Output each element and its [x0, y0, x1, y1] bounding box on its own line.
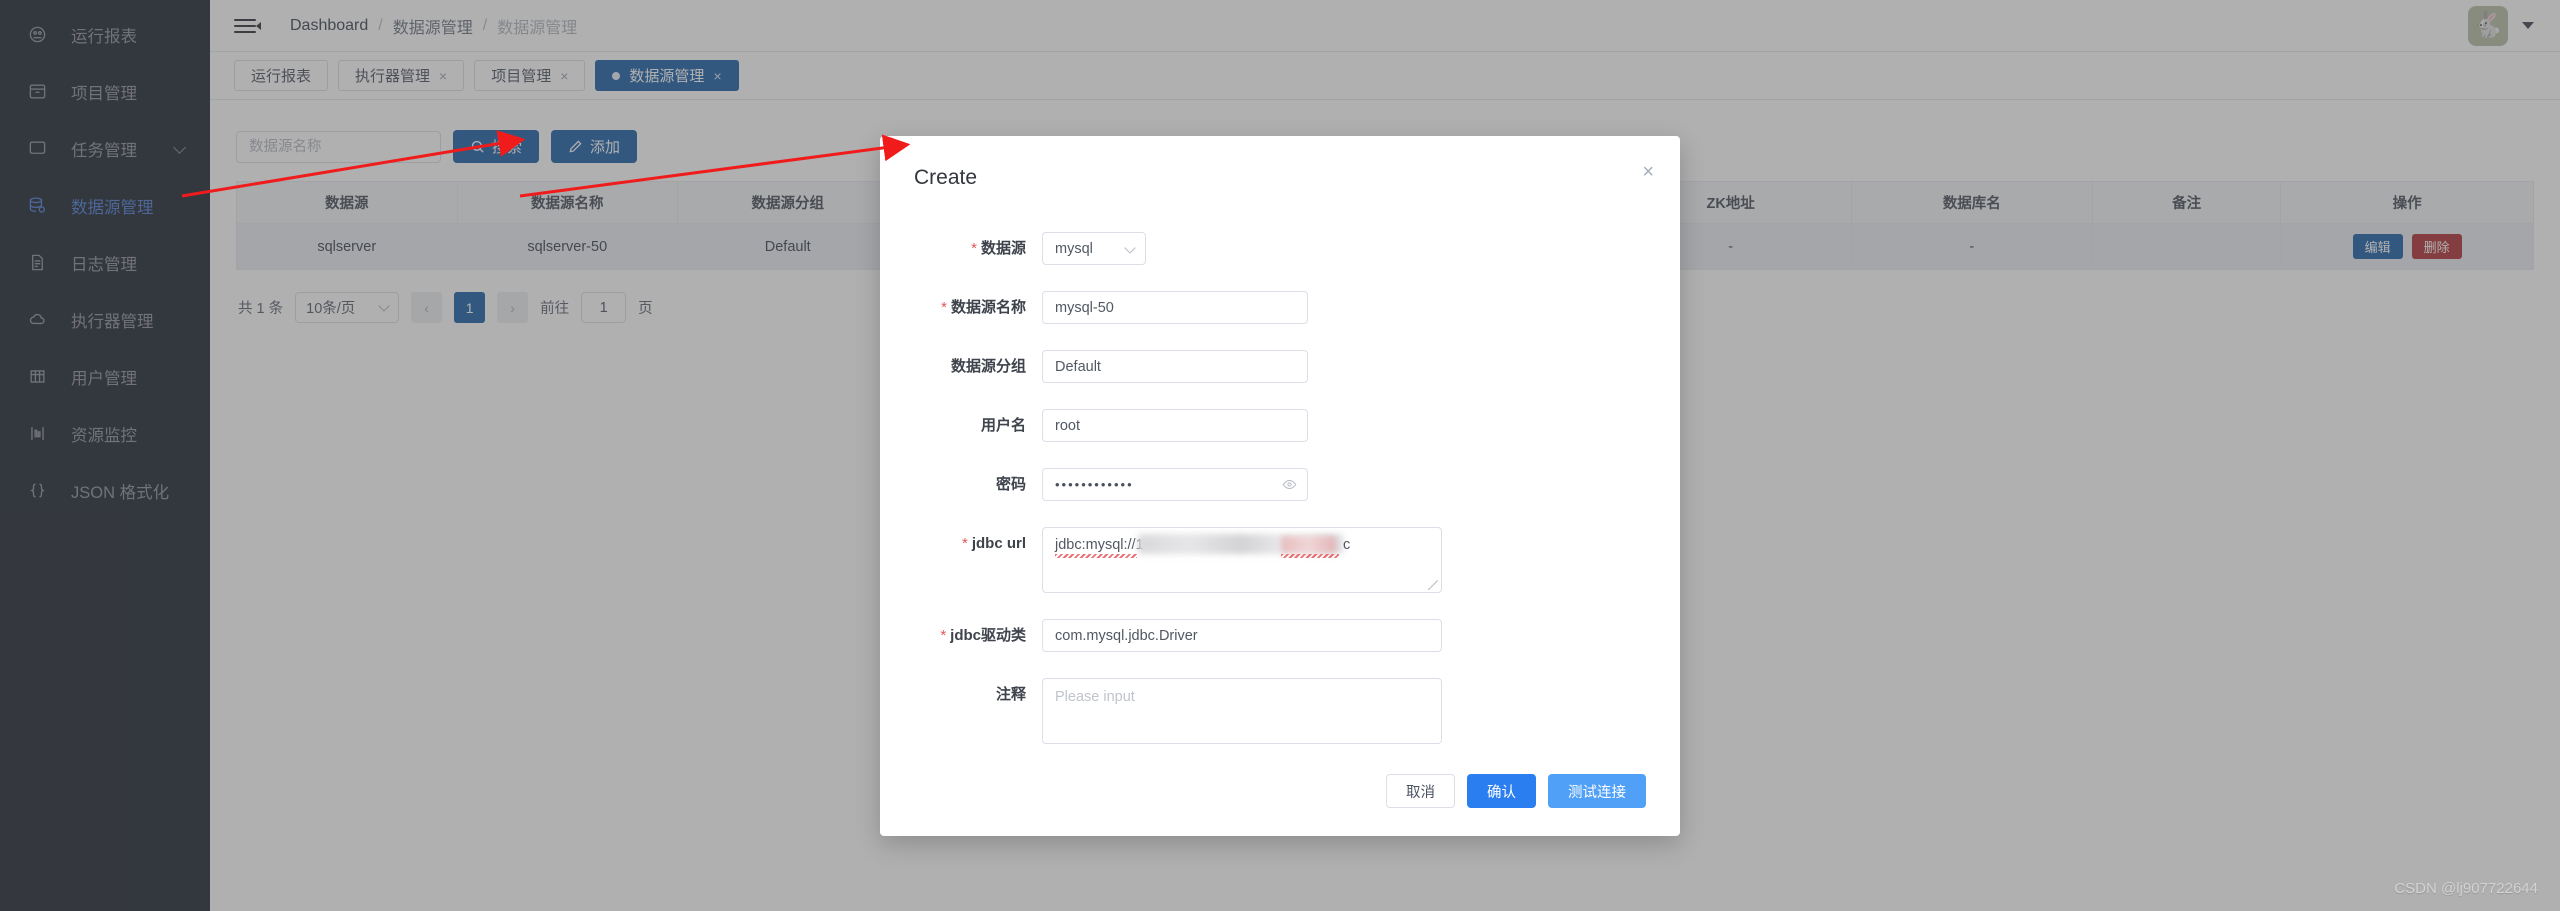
field-label: 用户名	[980, 417, 1026, 434]
jdbc-url-textarea[interactable]: jdbc:mysql://1 c	[1042, 527, 1442, 593]
jdbc-url-value-tail: c	[1343, 537, 1351, 553]
spellcheck-underline	[1281, 554, 1339, 558]
password-masked-value: ••••••••••••	[1055, 477, 1134, 492]
watermark: CSDN @lj907722644	[2394, 880, 2538, 897]
username-input[interactable]	[1042, 409, 1308, 442]
create-datasource-form: *数据源 mysql *数据源名称 数据源分组	[914, 232, 1646, 744]
field-datasource-group: 数据源分组	[914, 350, 1646, 383]
field-label: * 数据源	[971, 240, 1026, 257]
field-label: 数据源分组	[950, 358, 1026, 375]
field-password: 密码 ••••••••••••	[914, 468, 1646, 501]
spellcheck-underline	[1055, 554, 1137, 558]
confirm-button[interactable]: 确认	[1467, 774, 1536, 808]
field-label: * 数据源名称	[941, 299, 1026, 316]
datasource-select[interactable]: mysql	[1042, 232, 1146, 265]
cancel-button[interactable]: 取消	[1386, 774, 1455, 808]
eye-icon[interactable]	[1282, 477, 1297, 496]
create-datasource-dialog: Create × * 数据源 mysql * 数据源名称 mysql-50 数据…	[880, 136, 1680, 836]
field-label: 密码	[995, 476, 1026, 493]
field-comment: 注释	[914, 678, 1646, 744]
password-input[interactable]: ••••••••••••	[1042, 468, 1308, 501]
datasource-group-input[interactable]	[1042, 350, 1308, 383]
dialog-footer: 取消 确认 测试连接	[1386, 774, 1646, 808]
close-icon[interactable]: ×	[1642, 162, 1654, 182]
field-label: * jdbc驱动类	[940, 627, 1026, 644]
jdbc-driver-input[interactable]	[1042, 619, 1442, 652]
field-label: * jdbc url	[961, 535, 1026, 552]
field-datasource: * 数据源 mysql	[914, 232, 1646, 265]
required-marker: *	[941, 299, 947, 316]
dialog-title: Create	[914, 166, 978, 189]
chevron-down-icon	[1124, 241, 1136, 254]
field-datasource-name: * 数据源名称	[914, 291, 1646, 324]
required-marker: *	[940, 627, 947, 644]
required-marker: *	[971, 240, 977, 257]
datasource-select-value: mysql	[1055, 240, 1093, 257]
jdbc-url-value: jdbc:mysql://1	[1055, 537, 1144, 553]
field-username: 用户名	[914, 409, 1646, 442]
field-jdbc-driver: * jdbc驱动类	[914, 619, 1646, 652]
resize-handle[interactable]	[1428, 580, 1438, 590]
required-marker: *	[961, 535, 968, 552]
field-jdbc-url: * jdbc url jdbc:mysql://1 c	[914, 527, 1646, 593]
comment-textarea[interactable]	[1042, 678, 1442, 744]
redaction-blur-highlight	[1281, 536, 1336, 553]
field-label: 注释	[995, 686, 1026, 703]
test-connection-button[interactable]: 测试连接	[1548, 774, 1646, 808]
datasource-name-input[interactable]	[1042, 291, 1308, 324]
